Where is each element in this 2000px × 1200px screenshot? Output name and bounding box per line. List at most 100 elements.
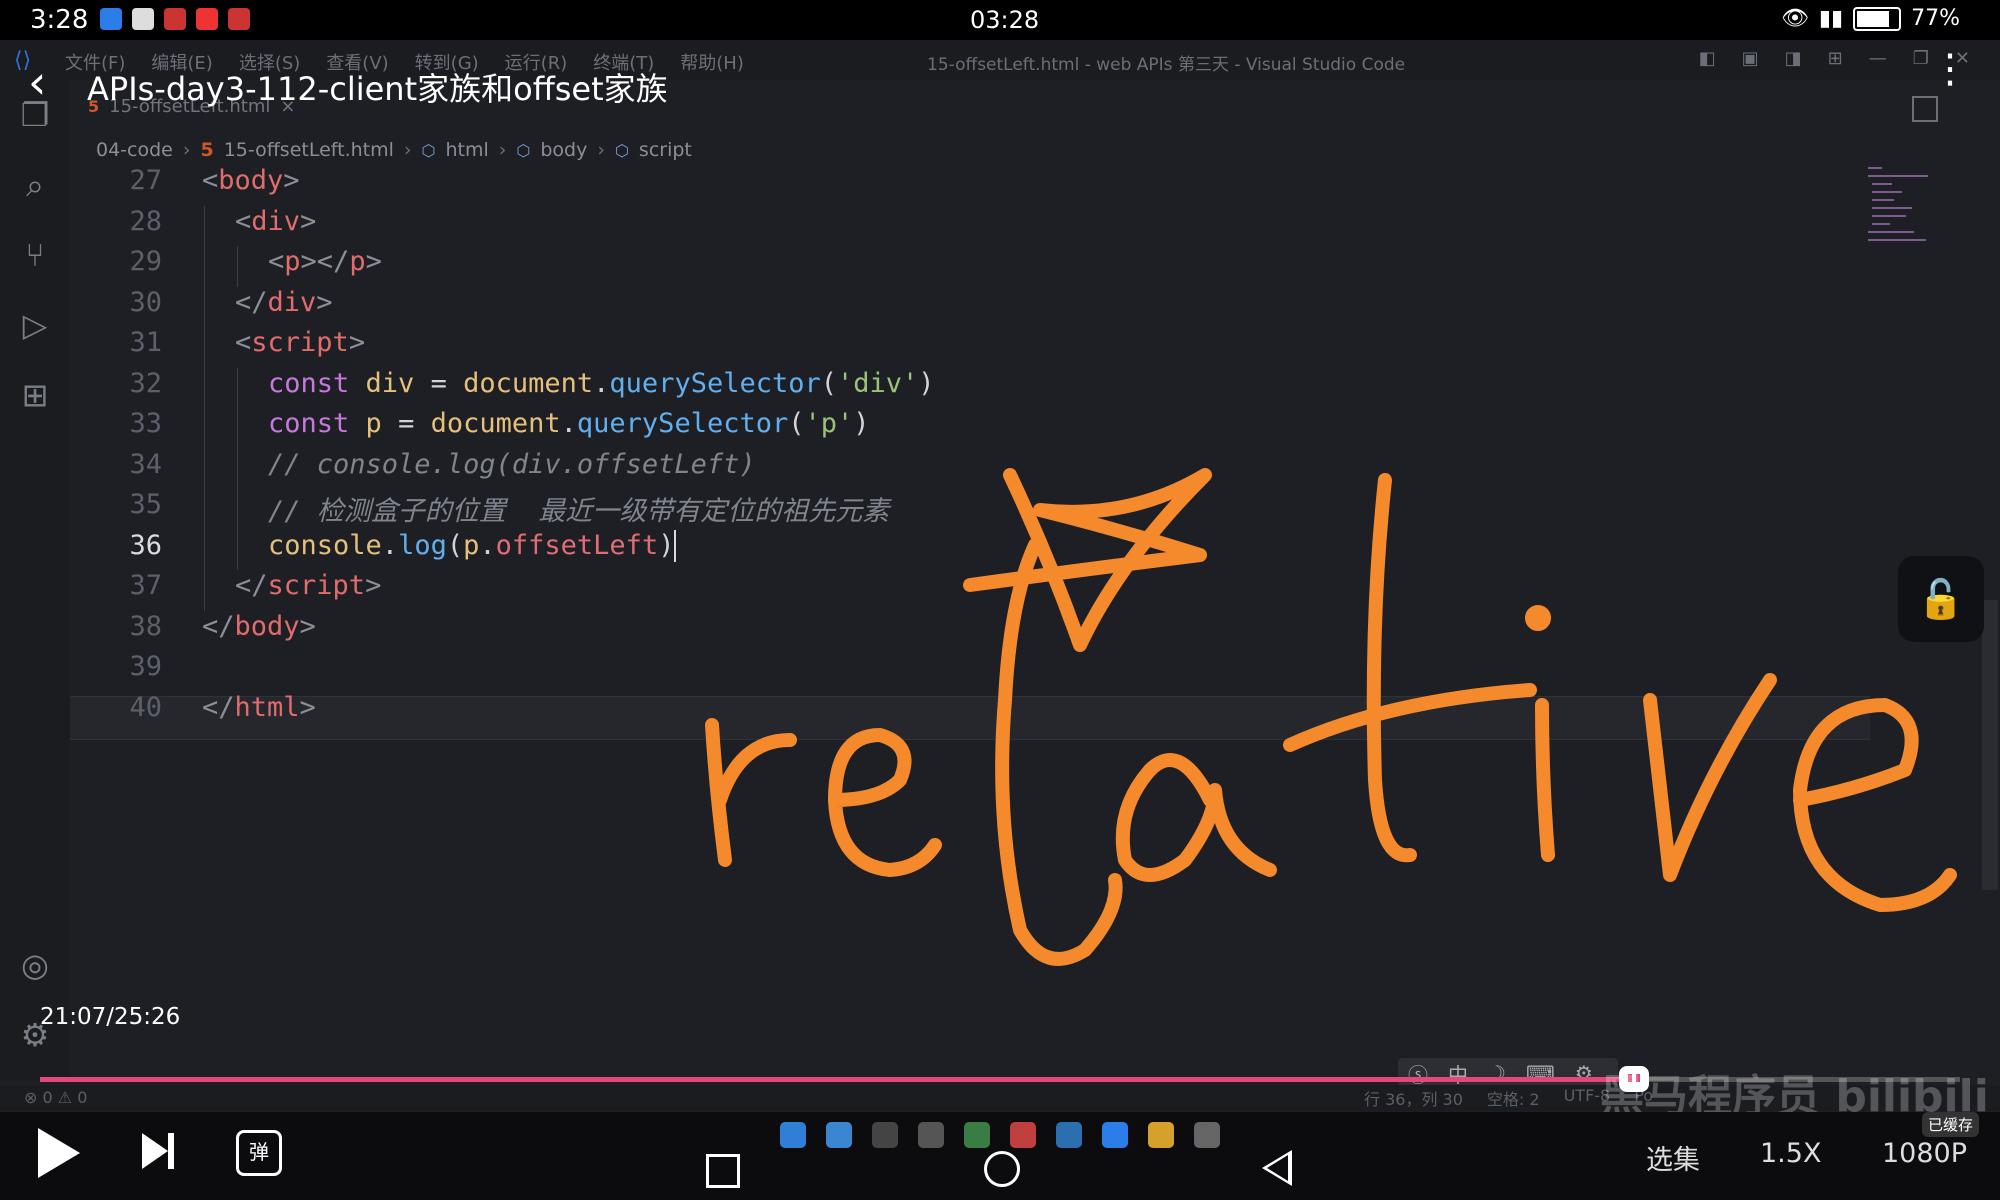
code-line[interactable]: 33 const p = document.querySelector('p') bbox=[70, 408, 1870, 449]
code-token: </ bbox=[202, 610, 235, 642]
code-line[interactable]: 28 <div> bbox=[70, 205, 1870, 246]
code-token: 'p' bbox=[804, 408, 854, 439]
run-debug-icon[interactable]: ▷ bbox=[16, 306, 54, 344]
editor-scrollbar[interactable] bbox=[1982, 600, 1998, 890]
more-options-icon[interactable]: ⋮ bbox=[1930, 49, 1970, 110]
indent-setting[interactable]: 空格: 2 bbox=[1487, 1086, 1540, 1110]
quality-button[interactable]: 1080P bbox=[1882, 1138, 1967, 1169]
code-token: < bbox=[235, 327, 252, 358]
line-number: 30 bbox=[129, 286, 162, 318]
danmaku-toggle-button[interactable]: 弹 bbox=[236, 1130, 282, 1176]
layout-icon[interactable]: ⊞ bbox=[1828, 48, 1843, 69]
search-icon[interactable]: ⌕ bbox=[16, 166, 54, 204]
chevron-right-icon: › bbox=[597, 139, 605, 161]
play-button[interactable] bbox=[38, 1128, 80, 1178]
back-button[interactable]: ‹ bbox=[28, 59, 64, 106]
code-token: > bbox=[283, 165, 300, 196]
maximize-icon[interactable]: ❐ bbox=[1913, 48, 1929, 69]
ime-icon: 中 bbox=[1448, 1062, 1468, 1087]
text-cursor bbox=[674, 530, 677, 562]
code-line[interactable]: 39 bbox=[70, 651, 1870, 691]
source-control-icon[interactable]: ⑂ bbox=[16, 236, 54, 274]
nav-back-button[interactable] bbox=[1262, 1150, 1292, 1186]
line-number: 36 bbox=[129, 529, 162, 561]
progress-fill bbox=[40, 1077, 1634, 1082]
code-text: </script> bbox=[235, 570, 381, 601]
input-method-toolbar: ⓢ 中 ☽ ⌨ ⚙ bbox=[1398, 1058, 1618, 1088]
layout-icon[interactable]: ◧ bbox=[1699, 48, 1716, 69]
indent-guide bbox=[237, 367, 238, 408]
code-line[interactable]: 32 const div = document.querySelector('di… bbox=[70, 367, 1870, 408]
recent-apps-button[interactable] bbox=[706, 1154, 740, 1188]
line-number: 32 bbox=[129, 367, 162, 399]
code-text: <div> bbox=[235, 206, 316, 237]
indent-guide bbox=[237, 408, 238, 449]
code-line[interactable]: 40 </html> bbox=[70, 692, 1870, 732]
code-token: // 检测盒子的位置 最近一级带有定位的祖先元素 bbox=[268, 496, 890, 527]
code-line[interactable]: 27 <body> bbox=[70, 165, 1870, 205]
breadcrumb-html[interactable]: html bbox=[445, 139, 488, 161]
code-line[interactable]: 35 // 检测盒子的位置 最近一级带有定位的祖先元素 bbox=[70, 489, 1870, 530]
element-icon: ⬡ bbox=[516, 140, 531, 160]
code-line[interactable]: 36 console.log(p.offsetLeft) bbox=[70, 529, 1870, 570]
code-line[interactable]: 30 </div> bbox=[70, 286, 1870, 327]
code-token: script bbox=[251, 327, 349, 358]
code-token: body bbox=[234, 610, 300, 642]
next-episode-button[interactable] bbox=[142, 1133, 174, 1169]
element-icon: ⬡ bbox=[614, 140, 629, 160]
account-icon[interactable]: ◎ bbox=[16, 946, 54, 984]
app-icon bbox=[918, 1122, 944, 1148]
code-token: ( bbox=[820, 367, 838, 399]
extensions-icon[interactable]: ⊞ bbox=[16, 376, 54, 414]
wechat-icon bbox=[132, 8, 154, 30]
minimap[interactable] bbox=[1868, 165, 1948, 255]
screen-lock-button[interactable]: 🔓 bbox=[1898, 556, 1984, 642]
menu-help[interactable]: 帮助(H) bbox=[680, 49, 744, 75]
activity-bar: ❐ ⌕ ⑂ ▷ ⊞ ◎ ⚙ bbox=[0, 80, 70, 1080]
code-token: offsetLeft bbox=[495, 529, 659, 561]
app-icon bbox=[964, 1122, 990, 1148]
breadcrumb-file[interactable]: 15-offsetLeft.html bbox=[224, 139, 394, 161]
ime-icon: ⓢ bbox=[1408, 1062, 1428, 1087]
cursor-position[interactable]: 行 36，列 30 bbox=[1364, 1086, 1463, 1110]
minimize-icon[interactable]: — bbox=[1869, 48, 1887, 69]
code-token: p bbox=[349, 246, 366, 277]
code-line[interactable]: 29 <p></p> bbox=[70, 246, 1870, 287]
breadcrumb-script[interactable]: script bbox=[639, 139, 692, 161]
code-editor[interactable]: 27 <body> 28 <div> 29 <p></p> 30 </div> 31 <scrip… bbox=[70, 165, 1975, 1045]
home-button[interactable] bbox=[984, 1151, 1020, 1187]
indent-guide bbox=[204, 408, 205, 449]
app-icon bbox=[228, 8, 250, 30]
code-text: const div = document.querySelector('div'… bbox=[268, 368, 935, 399]
layout-icon[interactable]: ▣ bbox=[1742, 48, 1759, 69]
code-line[interactable]: 37 </script> bbox=[70, 570, 1870, 611]
indent-guide bbox=[204, 205, 205, 246]
playback-speed-button[interactable]: 1.5X bbox=[1760, 1138, 1821, 1169]
app-icon bbox=[1056, 1122, 1082, 1148]
code-line[interactable]: 38 </body> bbox=[70, 611, 1870, 651]
code-token: > bbox=[365, 246, 382, 277]
select-episodes-button[interactable]: 选集 bbox=[1646, 1138, 1700, 1177]
code-line[interactable]: 34 // console.log(div.offsetLeft) bbox=[70, 448, 1870, 489]
breadcrumb-body[interactable]: body bbox=[540, 139, 587, 161]
code-token: p bbox=[284, 246, 301, 277]
layout-icon[interactable]: ◨ bbox=[1785, 48, 1802, 69]
code-token: . bbox=[593, 367, 610, 399]
indent-guide bbox=[237, 246, 238, 287]
breadcrumb-folder[interactable]: 04-code bbox=[96, 139, 173, 161]
line-number: 35 bbox=[129, 489, 162, 520]
code-token: . bbox=[560, 408, 577, 439]
line-number: 31 bbox=[129, 327, 162, 358]
indent-guide bbox=[237, 529, 238, 570]
vscode-taskbar-icon bbox=[1102, 1122, 1128, 1148]
code-token: < bbox=[202, 165, 219, 196]
code-token: document bbox=[430, 408, 561, 439]
windows-taskbar bbox=[780, 1122, 1220, 1148]
code-text: <p></p> bbox=[268, 246, 382, 277]
battery-icon bbox=[1853, 6, 1902, 31]
code-line[interactable]: 31 <script> bbox=[70, 327, 1870, 368]
problems-indicator[interactable]: ⊗ 0 ⚠ 0 bbox=[24, 1088, 87, 1107]
code-text: </div> bbox=[235, 287, 333, 318]
code-token: > bbox=[316, 286, 333, 318]
code-text: <script> bbox=[235, 327, 365, 358]
